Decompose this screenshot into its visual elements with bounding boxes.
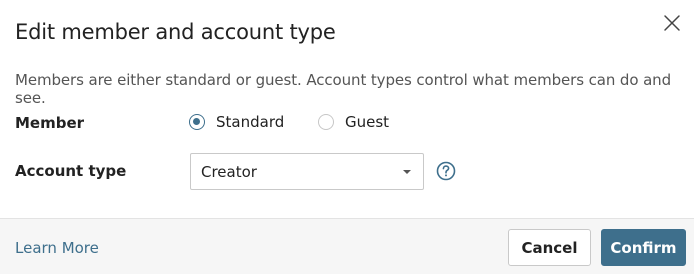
account-type-label: Account type xyxy=(15,162,127,180)
dialog-title: Edit member and account type xyxy=(15,20,336,44)
account-type-selected-value: Creator xyxy=(201,163,257,181)
radio-button-checked[interactable] xyxy=(189,114,205,130)
learn-more-link[interactable]: Learn More xyxy=(15,239,99,257)
edit-member-dialog: Edit member and account type Members are… xyxy=(0,0,694,274)
account-type-select[interactable]: Creator xyxy=(190,153,424,190)
radio-button-unchecked[interactable] xyxy=(318,114,334,130)
help-button[interactable] xyxy=(436,161,456,181)
cancel-button[interactable]: Cancel xyxy=(508,229,591,266)
member-radio-standard[interactable]: Standard xyxy=(189,113,284,131)
radio-label-standard: Standard xyxy=(216,113,285,131)
close-button[interactable] xyxy=(662,13,682,33)
question-circle-icon xyxy=(436,161,456,181)
dialog-footer: Learn More Cancel Confirm xyxy=(0,218,694,274)
member-label: Member xyxy=(15,114,85,132)
dialog-description: Members are either standard or guest. Ac… xyxy=(15,71,672,107)
chevron-down-icon xyxy=(403,170,411,174)
close-icon xyxy=(664,15,680,31)
confirm-button[interactable]: Confirm xyxy=(601,229,686,266)
member-radio-guest[interactable]: Guest xyxy=(318,113,389,131)
radio-label-guest: Guest xyxy=(345,113,390,131)
